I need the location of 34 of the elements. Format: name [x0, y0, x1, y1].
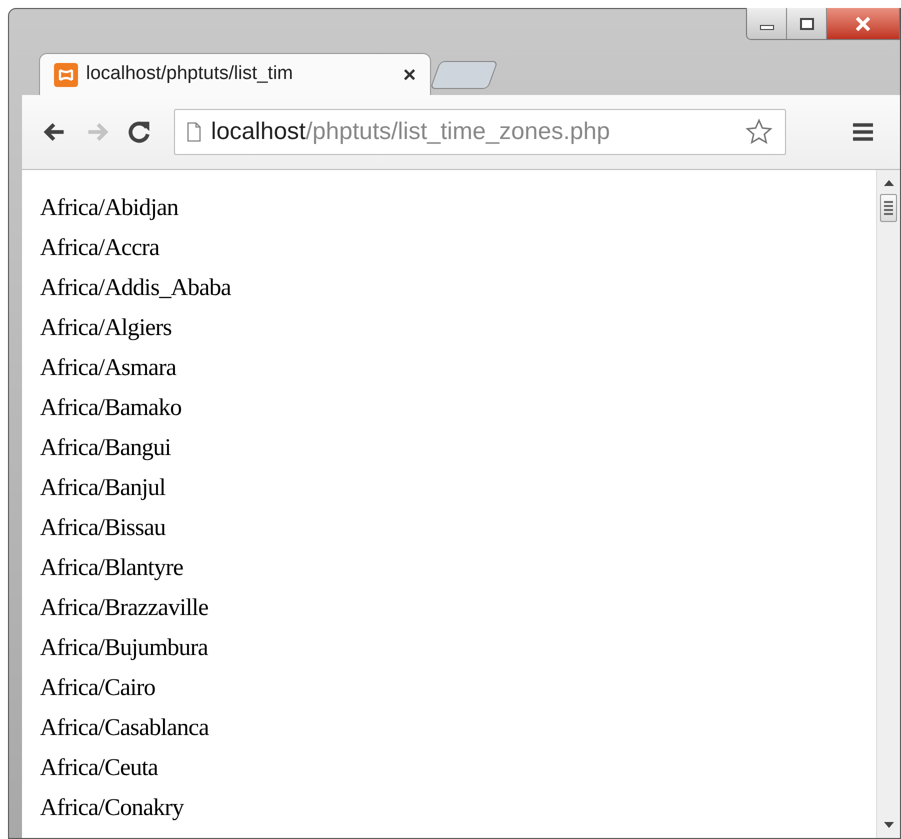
scrollbar[interactable]	[876, 170, 900, 838]
scroll-up-icon[interactable]	[884, 180, 894, 186]
tab-title: localhost/phptuts/list_tim	[86, 62, 293, 86]
maximize-button[interactable]	[787, 8, 827, 39]
page-icon	[187, 122, 201, 142]
time-zone-name: Africa/Banjul	[40, 474, 166, 503]
scroll-down-icon[interactable]	[884, 822, 894, 828]
time-zone-name: Africa/Bamako	[40, 394, 182, 423]
time-zone-name: Africa/Ceuta	[40, 754, 158, 783]
address-bar[interactable]: localhost/phptuts/list_time_zones.php	[174, 109, 786, 155]
time-zone-name: Africa/Brazzaville	[40, 594, 208, 623]
time-zone-name: Africa/Bujumbura	[40, 634, 208, 663]
close-icon	[855, 16, 871, 30]
time-zone-name: Africa/Casablanca	[40, 714, 209, 743]
time-zone-name: Africa/Conakry	[40, 794, 184, 823]
time-zone-name: Africa/Bissau	[40, 514, 166, 543]
reload-button[interactable]	[126, 119, 152, 145]
scrollbar-thumb[interactable]	[880, 194, 897, 222]
time-zone-name: Africa/Accra	[40, 234, 160, 263]
star-icon[interactable]	[745, 118, 773, 146]
time-zone-name: Africa/Bangui	[40, 434, 171, 463]
time-zone-name: Africa/Abidjan	[40, 194, 178, 223]
url-text: localhost/phptuts/list_time_zones.php	[211, 117, 610, 147]
time-zone-name: Africa/Blantyre	[40, 554, 184, 583]
time-zone-name: Africa/Asmara	[40, 354, 176, 383]
menu-icon[interactable]	[852, 122, 874, 142]
time-zone-name: Africa/Addis_Ababa	[40, 274, 231, 303]
close-button[interactable]	[827, 8, 899, 39]
browser-tab[interactable]: localhost/phptuts/list_tim ×	[39, 53, 431, 95]
time-zone-name: Africa/Algiers	[40, 314, 172, 343]
tab-close-button[interactable]: ×	[403, 58, 416, 91]
time-zone-name: Africa/Cairo	[40, 674, 156, 703]
app-logo-icon	[54, 62, 78, 86]
minimize-button[interactable]	[747, 8, 787, 39]
